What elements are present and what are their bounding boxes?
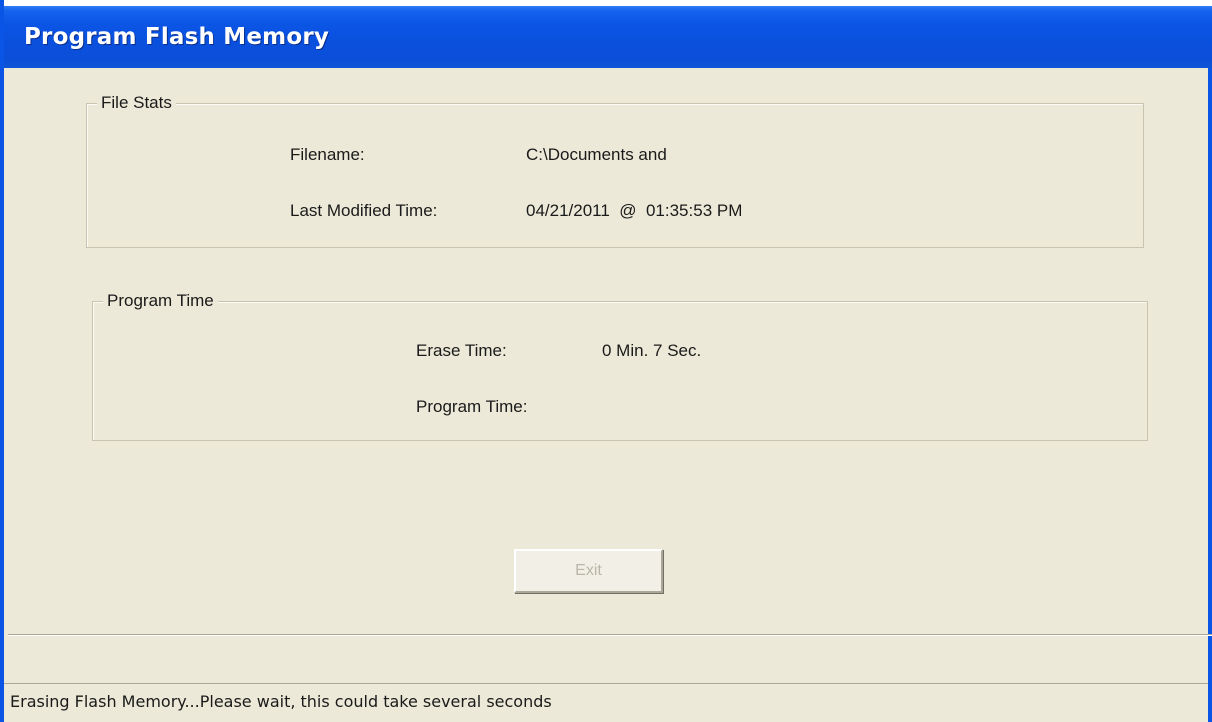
program-time-group: Program Time <box>92 291 1148 441</box>
last-modified-label: Last Modified Time: <box>290 201 438 220</box>
file-stats-group: File Stats <box>86 93 1144 248</box>
erase-time-label: Erase Time: <box>416 341 507 360</box>
status-message: Erasing Flash Memory...Please wait, this… <box>10 692 552 711</box>
program-time-label: Program Time: <box>416 397 528 416</box>
status-bar: Erasing Flash Memory...Please wait, this… <box>4 683 1208 722</box>
program-time-legend: Program Time <box>103 291 218 311</box>
exit-button[interactable]: Exit <box>514 549 663 593</box>
last-modified-value: 04/21/2011 @ 01:35:53 PM <box>526 201 743 220</box>
file-stats-legend: File Stats <box>97 93 176 113</box>
window-title: Program Flash Memory <box>24 24 330 50</box>
title-bar[interactable]: Program Flash Memory <box>4 0 1212 68</box>
program-flash-memory-dialog: Program Flash Memory File Stats Filename… <box>0 0 1212 722</box>
separator-line <box>8 634 1212 636</box>
filename-label: Filename: <box>290 145 365 164</box>
erase-time-value: 0 Min. 7 Sec. <box>602 341 702 360</box>
filename-value: C:\Documents and <box>526 145 667 164</box>
